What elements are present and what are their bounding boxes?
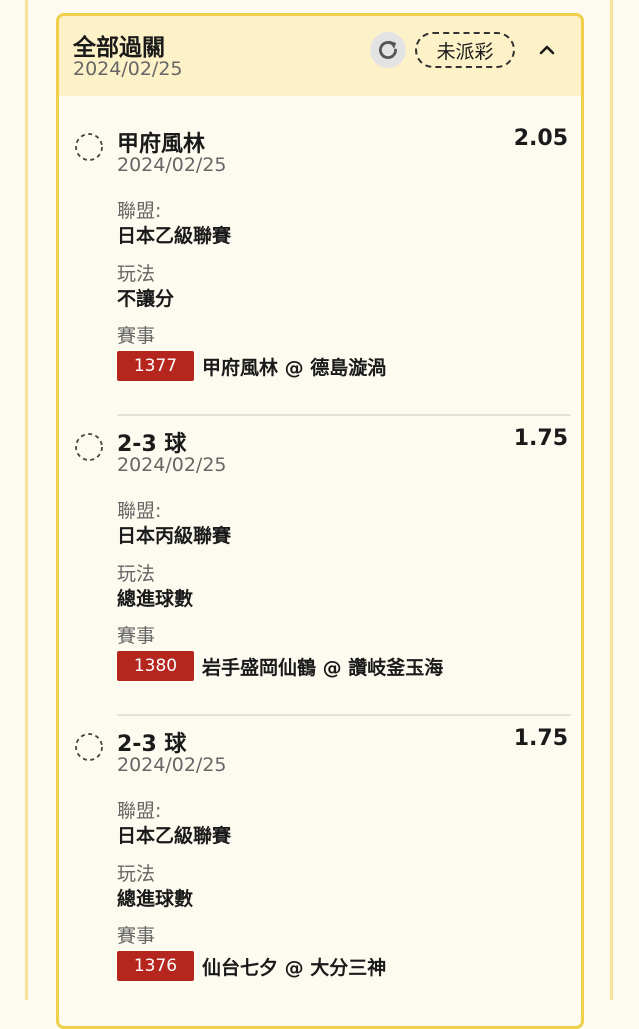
league-label: 聯盟:	[117, 800, 162, 822]
pending-circle-icon	[75, 133, 103, 161]
bet-leg: 2-3 球 1.75 2024/02/25 聯盟: 日本乙級聯賽 玩法 總進球數…	[59, 716, 581, 1016]
parlay-header[interactable]: 全部過關 2024/02/25 未派彩	[59, 16, 581, 96]
league-label: 聯盟:	[117, 500, 162, 522]
play-type-value: 總進球數	[117, 588, 194, 610]
league-label: 聯盟:	[117, 200, 162, 222]
league-value: 日本乙級聯賽	[117, 225, 232, 247]
play-type-label: 玩法	[117, 863, 156, 885]
event-teams: 岩手盛岡仙鶴 @ 讚岐釜玉海	[202, 656, 444, 679]
league-value: 日本乙級聯賽	[117, 825, 232, 847]
play-type-label: 玩法	[117, 563, 156, 585]
parlay-title: 全部過關	[73, 35, 165, 61]
event-row: 1377 甲府風林 @ 德島漩渦	[117, 351, 386, 381]
selection-date: 2024/02/25	[117, 754, 227, 776]
event-teams: 甲府風林 @ 德島漩渦	[202, 356, 387, 379]
event-row: 1376 仙台七夕 @ 大分三神	[117, 951, 386, 981]
event-number-badge: 1380	[117, 651, 194, 681]
event-teams: 仙台七夕 @ 大分三神	[202, 956, 387, 979]
event-number-badge: 1376	[117, 951, 194, 981]
play-type-label: 玩法	[117, 263, 156, 285]
refresh-button[interactable]	[370, 32, 406, 68]
play-type-value: 不讓分	[117, 288, 175, 310]
odds-value: 2.05	[513, 126, 568, 151]
event-row: 1380 岩手盛岡仙鶴 @ 讚岐釜玉海	[117, 651, 443, 681]
status-badge: 未派彩	[415, 32, 515, 68]
selection-date: 2024/02/25	[117, 154, 227, 176]
event-number-badge: 1377	[117, 351, 194, 381]
event-label: 賽事	[117, 925, 156, 947]
odds-value: 1.75	[513, 426, 568, 451]
play-type-value: 總進球數	[117, 888, 194, 910]
bet-leg: 2-3 球 1.75 2024/02/25 聯盟: 日本丙級聯賽 玩法 總進球數…	[59, 416, 581, 716]
event-label: 賽事	[117, 625, 156, 647]
parlay-card: 全部過關 2024/02/25 未派彩 甲府風林 2.05 2024/02/25…	[56, 13, 584, 1029]
odds-value: 1.75	[513, 726, 568, 751]
pending-circle-icon	[75, 733, 103, 761]
league-value: 日本丙級聯賽	[117, 525, 232, 547]
page-border-left	[25, 0, 28, 1000]
chevron-up-icon	[539, 45, 555, 55]
collapse-button[interactable]	[535, 38, 559, 62]
refresh-icon	[379, 40, 397, 59]
pending-circle-icon	[75, 433, 103, 461]
parlay-date: 2024/02/25	[73, 58, 183, 80]
bet-leg: 甲府風林 2.05 2024/02/25 聯盟: 日本乙級聯賽 玩法 不讓分 賽…	[59, 116, 581, 416]
event-label: 賽事	[117, 325, 156, 347]
selection-date: 2024/02/25	[117, 454, 227, 476]
page-border-right	[610, 0, 613, 1000]
